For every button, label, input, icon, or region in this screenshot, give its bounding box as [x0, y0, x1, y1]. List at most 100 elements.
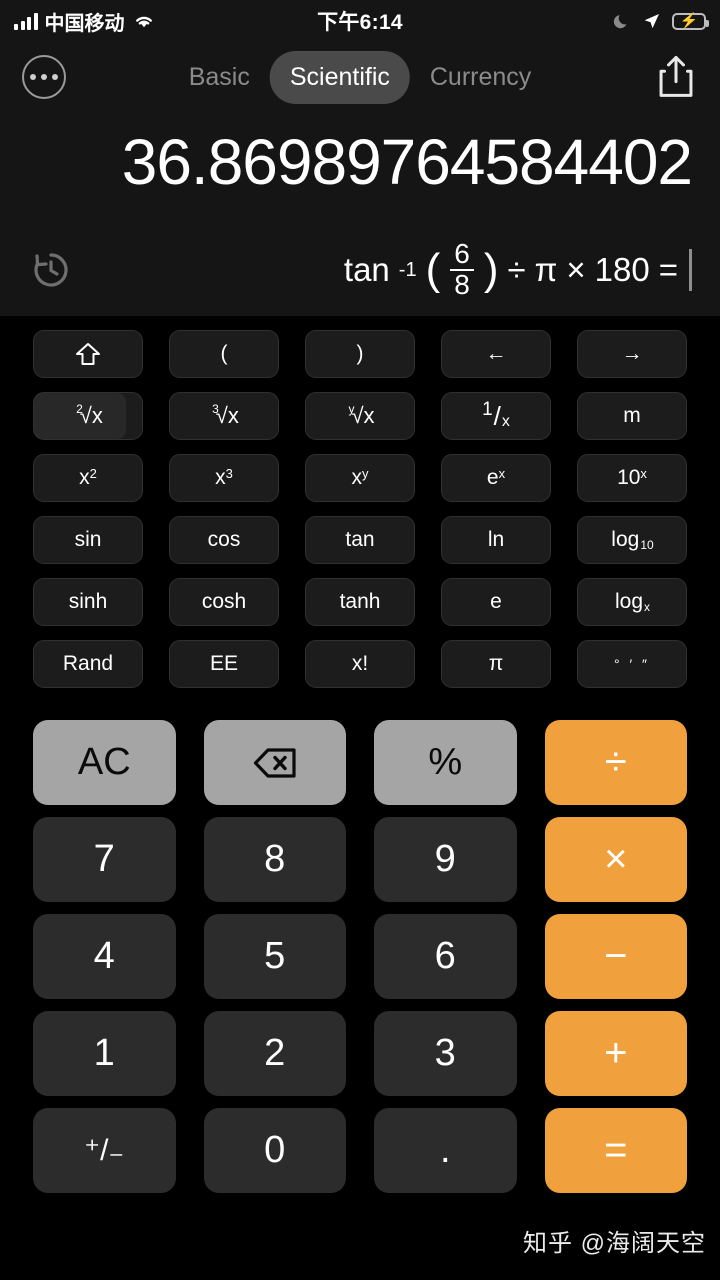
nth-root-key[interactable]: y √x: [305, 392, 415, 440]
divide-key[interactable]: ÷: [544, 720, 687, 805]
root-index: 2: [76, 402, 83, 416]
share-icon[interactable]: [656, 54, 696, 100]
sign-toggle-key[interactable]: ⁺/₋: [33, 1108, 176, 1193]
root-symbol: √x: [351, 403, 375, 428]
close-paren-key[interactable]: ): [305, 330, 415, 378]
equals-key[interactable]: =: [544, 1108, 687, 1193]
keypad-row-3: 4 5 6 −: [33, 914, 687, 999]
pi-key[interactable]: π: [441, 640, 551, 688]
status-bar: 中国移动 下午6:14 ⚡: [0, 0, 720, 42]
cos-key[interactable]: cos: [169, 516, 279, 564]
rand-key[interactable]: Rand: [33, 640, 143, 688]
tab-currency[interactable]: Currency: [410, 51, 551, 104]
more-options-icon[interactable]: [22, 55, 66, 99]
digit-7-key[interactable]: 7: [33, 817, 176, 902]
watermark: 知乎 @海阔天空: [522, 1230, 706, 1257]
log-base-text: log: [611, 528, 640, 551]
arrow-left-key[interactable]: ←: [441, 330, 551, 378]
battery-charging-icon: ⚡: [672, 12, 709, 30]
x-cubed-key[interactable]: x3: [169, 454, 279, 502]
percent-key[interactable]: %: [374, 720, 517, 805]
reciprocal-key[interactable]: 1/x: [441, 392, 551, 440]
digit-1-key[interactable]: 1: [33, 1011, 176, 1096]
expression-operator-2: ×: [566, 251, 586, 289]
tan-key[interactable]: tan: [305, 516, 415, 564]
square-root-key[interactable]: 2 √x: [33, 392, 143, 440]
log-subscript: x: [644, 600, 651, 614]
digit-4-key[interactable]: 4: [33, 914, 176, 999]
moon-icon: [613, 15, 627, 29]
digit-3-key[interactable]: 3: [374, 1011, 517, 1096]
digit-0-key[interactable]: 0: [203, 1108, 346, 1193]
shift-key[interactable]: [33, 330, 143, 378]
ten-power-x-key[interactable]: 10 x: [577, 454, 687, 502]
keypad-row-2: 7 8 9 ×: [33, 817, 687, 902]
digit-6-key[interactable]: 6: [374, 914, 517, 999]
status-bar-right: ⚡: [612, 0, 709, 42]
expression-row: tan -1 (6 8) ÷ π × 180 =: [28, 238, 692, 299]
text-cursor: [689, 248, 692, 291]
power-base: 10: [617, 466, 641, 489]
function-row-4: sin cos tan ln log 10: [33, 516, 687, 564]
factorial-key[interactable]: x!: [305, 640, 415, 688]
multiply-key[interactable]: ×: [544, 817, 687, 902]
expression-exponent: -1: [398, 258, 417, 281]
expression-close-paren: ): [483, 244, 499, 294]
power-exponent: 3: [225, 465, 233, 481]
x-squared-key[interactable]: x2: [33, 454, 143, 502]
history-clock-icon[interactable]: [28, 247, 74, 293]
reciprocal-denominator: x: [501, 413, 510, 430]
expression-open-paren: (: [425, 244, 441, 294]
power-base: e: [486, 466, 499, 489]
expression-constant: π: [534, 251, 558, 289]
function-row-3: x2 x3 xy ex 10 x: [33, 454, 687, 502]
digit-9-key[interactable]: 9: [374, 817, 517, 902]
ln-key[interactable]: ln: [441, 516, 551, 564]
cube-root-key[interactable]: 3 √x: [169, 392, 279, 440]
memory-key[interactable]: m: [577, 392, 687, 440]
expression-text: tan -1 (6 8) ÷ π × 180 =: [74, 238, 692, 299]
log10-key[interactable]: log 10: [577, 516, 687, 564]
root-symbol: √x: [79, 403, 103, 428]
backspace-key[interactable]: [203, 720, 346, 805]
digit-5-key[interactable]: 5: [203, 914, 346, 999]
power-exponent: 2: [89, 465, 97, 481]
app-header: Basic Scientific Currency: [0, 42, 720, 112]
function-keypad: ( ) ← → 2 √x 3 √x y √x 1/x m x2 x 3 x y …: [0, 316, 720, 688]
calculator-display: 36.86989764584402 tan -1 (6 8) ÷ π × 180 =: [0, 112, 720, 316]
add-key[interactable]: +: [544, 1011, 687, 1096]
ee-key[interactable]: EE: [169, 640, 279, 688]
power-base: x: [215, 466, 226, 489]
dms-label: ° ′ ″: [614, 656, 650, 672]
open-paren-key[interactable]: (: [169, 330, 279, 378]
root-index: 3: [212, 402, 219, 416]
digit-2-key[interactable]: 2: [203, 1011, 346, 1096]
expression-equals: =: [658, 251, 678, 289]
sign-toggle-label: ⁺/₋: [84, 1134, 125, 1167]
tab-scientific[interactable]: Scientific: [269, 50, 410, 104]
location-arrow-icon: [644, 14, 659, 29]
fraction-numerator: 6: [454, 238, 470, 269]
result-value: 36.86989764584402: [121, 126, 693, 198]
subtract-key[interactable]: −: [544, 914, 687, 999]
degrees-minutes-seconds-key[interactable]: ° ′ ″: [577, 640, 687, 688]
root-index: y: [348, 402, 355, 416]
log-base-text: log: [614, 590, 644, 613]
log-subscript: 10: [640, 538, 654, 552]
log-base-x-key[interactable]: log x: [577, 578, 687, 626]
all-clear-key[interactable]: AC: [33, 720, 176, 805]
e-power-x-key[interactable]: ex: [441, 454, 551, 502]
tanh-key[interactable]: tanh: [305, 578, 415, 626]
sin-key[interactable]: sin: [33, 516, 143, 564]
sinh-key[interactable]: sinh: [33, 578, 143, 626]
digit-8-key[interactable]: 8: [203, 817, 346, 902]
cosh-key[interactable]: cosh: [169, 578, 279, 626]
decimal-point-key[interactable]: .: [374, 1108, 517, 1193]
euler-key[interactable]: e: [441, 578, 551, 626]
power-exponent: y: [362, 465, 369, 481]
reciprocal-numerator: 1: [482, 399, 493, 420]
tab-basic[interactable]: Basic: [169, 51, 270, 104]
arrow-right-key[interactable]: →: [577, 330, 687, 378]
x-power-y-key[interactable]: xy: [305, 454, 415, 502]
mode-tabs: Basic Scientific Currency: [169, 50, 552, 104]
